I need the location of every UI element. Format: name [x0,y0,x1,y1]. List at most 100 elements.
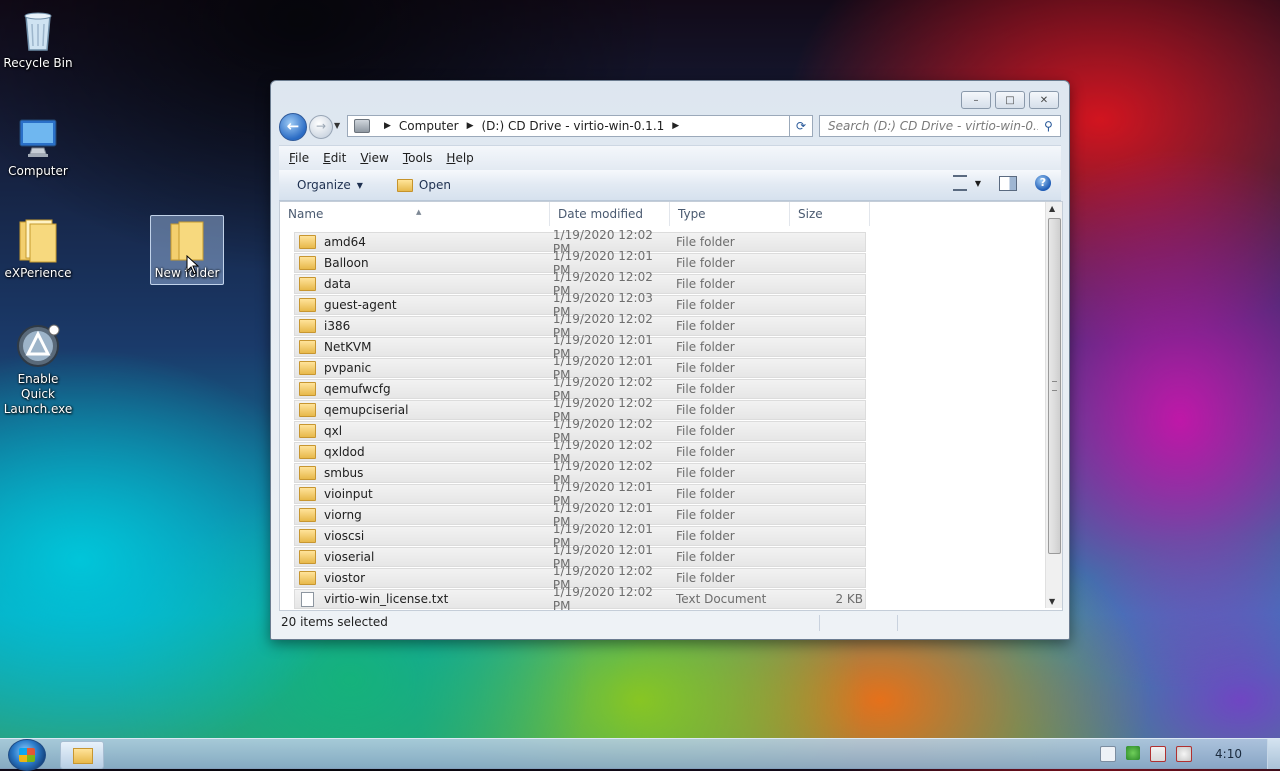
file-name: qemupciserial [324,403,409,417]
status-divider [819,615,820,631]
forward-arrow-icon: → [315,119,327,133]
folder-icon [299,550,316,564]
desktop-icon-computer[interactable]: Computer [0,114,76,179]
desktop-icon-label: eXPerience [4,266,72,280]
file-type: File folder [676,403,735,417]
command-bar: Organize ▼ Open ▼ ? [279,170,1061,201]
file-type: File folder [676,424,735,438]
breadcrumb-cd-drive[interactable]: (D:) CD Drive - virtio-win-0.1.1 [482,119,665,133]
file-type: File folder [676,277,735,291]
refresh-icon: ⟳ [795,119,807,133]
file-type: File folder [676,298,735,312]
file-type: File folder [676,571,735,585]
folder-icon [299,466,316,480]
column-header-type[interactable]: Type [670,202,790,226]
column-header-label: Type [678,207,706,221]
breadcrumb-separator-icon[interactable]: ▶ [672,121,679,131]
menu-edit[interactable]: Edit [323,151,346,165]
open-button[interactable]: Open [396,178,451,192]
show-desktop-button[interactable] [1267,739,1280,769]
status-bar: 20 items selected [279,611,1061,633]
breadcrumb-computer[interactable]: Computer [399,119,459,133]
organize-label: Organize [297,178,351,192]
desktop-icon-recycle-bin[interactable]: Recycle Bin [0,6,76,71]
file-date: 1/19/2020 12:02 PM [552,585,653,613]
security-check-icon[interactable] [1126,746,1140,760]
column-header-date-modified[interactable]: Date modified [550,202,670,226]
scrollbar-thumb[interactable] [1048,218,1061,554]
network-error-icon[interactable] [1150,746,1166,762]
folder-icon [299,235,316,249]
column-header-label: Date modified [558,207,644,221]
minimize-button[interactable]: – [961,91,991,109]
minimize-icon: – [973,94,979,106]
close-button[interactable]: ✕ [1029,91,1059,109]
file-name: Balloon [324,256,369,270]
refresh-button[interactable]: ⟳ [789,115,813,137]
chevron-down-icon: ▼ [356,180,363,190]
back-button[interactable]: ← [279,113,307,141]
action-center-icon[interactable] [1100,746,1116,762]
file-type: File folder [676,235,735,249]
file-type: File folder [676,466,735,480]
menu-tools[interactable]: Tools [403,151,433,165]
forward-button[interactable]: → [309,115,333,139]
search-input[interactable] [826,118,1040,134]
sort-ascending-icon: ▲ [416,208,422,216]
clock[interactable]: 4:10 [1215,747,1242,761]
organize-button[interactable]: Organize ▼ [297,178,363,192]
open-label: Open [418,178,451,192]
folder-icon [19,219,57,263]
maximize-button[interactable]: □ [995,91,1025,109]
file-name: qxldod [324,445,365,459]
window-controls: – □ ✕ [961,91,1059,109]
view-options-icon [952,175,967,191]
column-header-name[interactable]: ▲ Name [280,202,550,226]
file-name: vioinput [324,487,373,501]
folder-icon [73,748,93,764]
chevron-down-icon: ▼ [974,178,981,188]
file-type: File folder [676,340,735,354]
file-row[interactable]: virtio-win_license.txt 1/19/2020 12:02 PM… [294,585,866,613]
search-box[interactable]: ⚲ [819,115,1061,137]
file-name: data [324,277,352,291]
desktop-icon-experience[interactable]: eXPerience [0,216,76,281]
breadcrumb-separator-icon[interactable]: ▶ [384,121,391,131]
desktop-icon-enable-quick-launch[interactable]: Enable Quick Launch.exe [0,322,76,417]
scroll-down-icon[interactable]: ▼ [1049,597,1055,606]
preview-pane-icon[interactable] [999,175,1017,191]
desktop-icon-label: Computer [8,164,68,178]
scroll-up-icon[interactable]: ▲ [1049,204,1055,213]
file-name: i386 [324,319,351,333]
file-type: Text Document [676,592,767,606]
status-text: 20 items selected [281,615,388,629]
search-icon[interactable]: ⚲ [1044,119,1053,133]
folder-icon [299,529,316,543]
file-type: File folder [676,319,735,333]
column-header-size[interactable]: Size [790,202,870,226]
start-button[interactable] [8,739,46,771]
recent-pages-dropdown[interactable]: ▼ [334,121,340,130]
maximize-icon: □ [1005,94,1015,106]
volume-muted-icon[interactable] [1176,746,1192,762]
menu-help[interactable]: Help [446,151,473,165]
taskbar-explorer-button[interactable] [60,741,104,769]
help-icon[interactable]: ? [1035,175,1051,191]
recycle-bin-icon [24,12,52,51]
folder-icon [299,277,316,291]
change-view-button[interactable]: ▼ [952,175,981,191]
address-bar[interactable]: ▶ Computer ▶ (D:) CD Drive - virtio-win-… [347,115,813,137]
mouse-cursor-icon [186,255,200,275]
taskbar: 4:10 [0,738,1280,771]
folder-icon [299,361,316,375]
file-name: vioscsi [324,529,365,543]
file-rows: amd64 1/19/2020 12:02 PM File folder Ballo… [294,228,866,613]
file-type: File folder [676,550,735,564]
breadcrumb-separator-icon[interactable]: ▶ [467,121,474,131]
file-type: File folder [676,256,735,270]
menu-file[interactable]: File [289,151,309,165]
file-name: guest-agent [324,298,397,312]
vertical-scrollbar[interactable]: ▲ ▼ [1045,202,1062,608]
menu-view[interactable]: View [360,151,388,165]
file-list-pane: ▲ Name Date modified Type Size amd64 1/19… [279,201,1063,613]
